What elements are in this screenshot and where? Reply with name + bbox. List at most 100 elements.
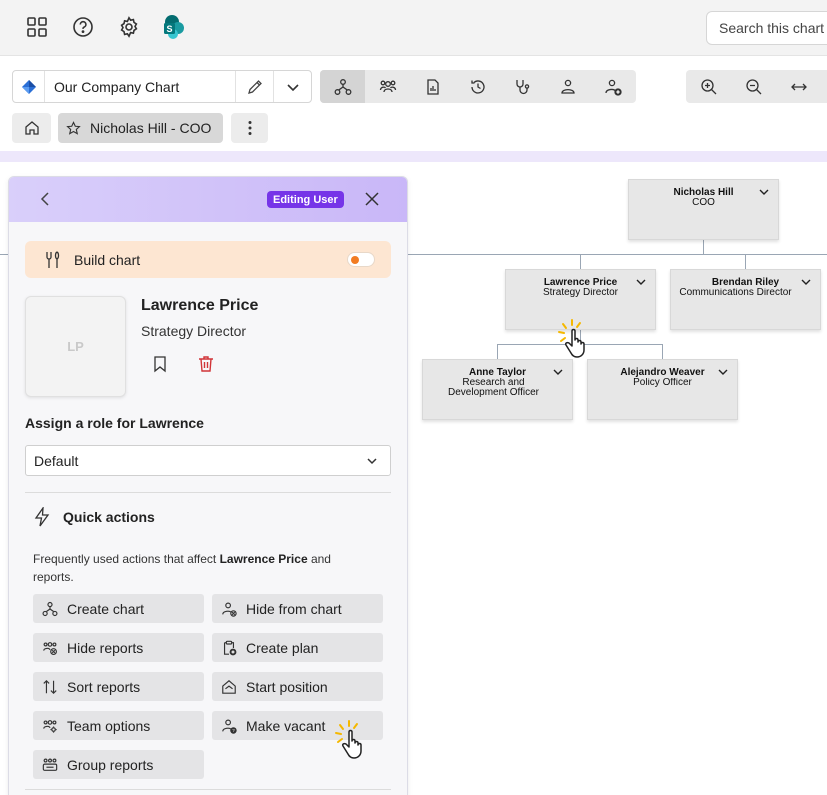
create-chart-button[interactable]: Create chart [33, 594, 204, 623]
tools-icon [46, 250, 60, 268]
org-node[interactable]: Nicholas Hill COO [628, 179, 779, 240]
svg-text:S: S [166, 24, 172, 34]
close-icon [365, 192, 379, 206]
hide-person-icon [222, 602, 237, 617]
chart-logo-icon [13, 71, 45, 102]
node-title: Strategy Director [542, 288, 619, 298]
node-title: COO [692, 198, 715, 208]
breadcrumb-label: Nicholas Hill - COO [90, 120, 212, 136]
chevron-down-icon[interactable] [758, 186, 770, 198]
action-label: Team options [67, 717, 151, 734]
panel-header: Editing User [9, 177, 407, 222]
org-node[interactable]: Brendan Riley Communications Director [670, 269, 821, 330]
settings-gear-icon[interactable] [116, 14, 142, 40]
connector-line [662, 344, 663, 360]
toggle-knob [351, 256, 359, 264]
sort-reports-button[interactable]: Sort reports [33, 672, 204, 701]
chart-selector[interactable]: Our Company Chart [12, 70, 312, 103]
health-check-icon[interactable] [500, 70, 545, 103]
node-title: Research and Development Officer [448, 378, 539, 398]
view-switcher [320, 70, 636, 103]
action-label: Group reports [67, 756, 154, 773]
start-position-button[interactable]: Start position [212, 672, 383, 701]
home-button[interactable] [12, 113, 51, 143]
org-node[interactable]: Anne Taylor Research and Development Off… [422, 359, 573, 420]
create-plan-icon [223, 640, 237, 655]
node-title: Communications Director [679, 288, 792, 298]
close-button[interactable] [362, 189, 382, 209]
home-icon [24, 121, 39, 135]
qa-desc-name: Lawrence Price [219, 552, 308, 566]
pencil-icon [247, 79, 262, 94]
apps-grid-icon[interactable] [24, 14, 50, 40]
role-label: Assign a role for Lawrence [25, 415, 204, 431]
role-value: Default [34, 452, 79, 469]
chevron-down-icon [367, 458, 377, 465]
node-title: Policy Officer [633, 378, 692, 388]
build-chart-row: Build chart [25, 241, 391, 278]
connector-line [703, 240, 704, 255]
start-position-icon [222, 679, 236, 694]
team-view-icon[interactable] [365, 70, 410, 103]
edit-chart-name-button[interactable] [235, 71, 273, 102]
group-reports-icon [42, 758, 58, 771]
back-button[interactable] [35, 189, 55, 209]
divider [25, 492, 391, 493]
chart-dropdown-button[interactable] [273, 71, 311, 102]
user-name: Lawrence Price [141, 297, 259, 314]
group-reports-button[interactable]: Group reports [33, 750, 204, 779]
make-vacant-icon: ? [222, 719, 237, 734]
history-view-icon[interactable] [455, 70, 500, 103]
people-view-icon[interactable] [545, 70, 590, 103]
bookmark-icon[interactable] [151, 355, 169, 373]
action-label: Create chart [67, 600, 145, 617]
create-plan-button[interactable]: Create plan [212, 633, 383, 662]
report-view-icon[interactable] [410, 70, 455, 103]
node-name: Brendan Riley [711, 277, 780, 288]
selection-highlight-band [0, 151, 827, 162]
action-label: Make vacant [246, 717, 326, 734]
action-label: Hide from chart [246, 600, 342, 617]
action-label: Hide reports [67, 639, 144, 656]
node-name: Anne Taylor [468, 367, 527, 378]
fit-width-icon[interactable] [776, 70, 821, 103]
sharepoint-logo-icon[interactable]: S [161, 14, 187, 40]
click-cursor-icon [335, 720, 362, 759]
avatar[interactable]: LP [25, 296, 126, 397]
edit-user-panel: Editing User Build chart LP Lawrence Pri… [8, 176, 408, 795]
quick-actions-title: Quick actions [33, 507, 155, 527]
connector-line [497, 344, 498, 360]
org-chart-view-icon[interactable] [320, 70, 365, 103]
node-name: Lawrence Price [543, 277, 618, 288]
zoom-in-icon[interactable] [686, 70, 731, 103]
sort-icon [43, 679, 57, 694]
chevron-down-icon[interactable] [800, 276, 812, 288]
action-label: Sort reports [67, 678, 141, 695]
star-icon [66, 120, 81, 135]
breadcrumb-current[interactable]: Nicholas Hill - COO [58, 113, 223, 143]
hide-from-chart-button[interactable]: Hide from chart [212, 594, 383, 623]
help-icon[interactable] [70, 14, 96, 40]
chevron-down-icon [286, 83, 299, 91]
build-chart-toggle[interactable] [347, 252, 375, 267]
connector-line [745, 254, 746, 269]
qa-desc-prefix: Frequently used actions that affect [33, 552, 220, 566]
chevron-down-icon[interactable] [552, 366, 564, 378]
search-input[interactable]: Search this chart [706, 11, 827, 45]
chevron-down-icon[interactable] [635, 276, 647, 288]
top-bar: S Search this chart [0, 0, 827, 56]
zoom-out-icon[interactable] [731, 70, 776, 103]
org-node[interactable]: Alejandro Weaver Policy Officer [587, 359, 738, 420]
more-options-button[interactable] [231, 113, 268, 143]
chevron-down-icon[interactable] [717, 366, 729, 378]
add-person-icon[interactable] [590, 70, 635, 103]
quick-actions-label: Quick actions [63, 509, 155, 525]
team-options-button[interactable]: Team options [33, 711, 204, 740]
build-chart-label: Build chart [74, 251, 141, 268]
hide-reports-button[interactable]: Hide reports [33, 633, 204, 662]
create-chart-icon [42, 601, 58, 616]
role-select[interactable]: Default [25, 445, 391, 476]
quick-actions-description: Frequently used actions that affect Lawr… [33, 550, 373, 586]
delete-icon[interactable] [196, 354, 216, 374]
click-cursor-icon [558, 319, 585, 358]
